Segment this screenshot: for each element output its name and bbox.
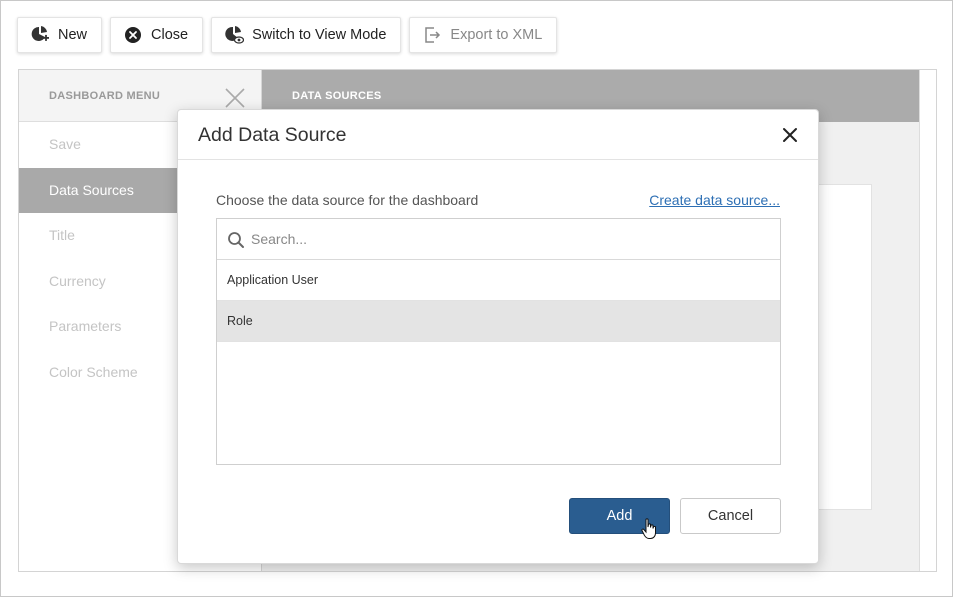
export-to-xml-button[interactable]: Export to XML — [409, 17, 558, 53]
dialog-title: Add Data Source — [198, 124, 347, 146]
close-button-label: Close — [151, 27, 189, 43]
new-dashboard-icon — [30, 25, 50, 45]
export-to-xml-label: Export to XML — [450, 27, 543, 43]
new-button-label: New — [58, 27, 88, 43]
close-menu-icon[interactable] — [225, 88, 245, 108]
list-item-application-user[interactable]: Application User — [217, 260, 780, 301]
close-button[interactable]: Close — [110, 17, 204, 53]
add-data-source-dialog: Add Data Source Choose the data source f… — [177, 109, 819, 564]
dashboard-menu-title: DASHBOARD MENU — [49, 90, 161, 102]
dialog-prompt: Choose the data source for the dashboard — [216, 192, 479, 208]
search-icon — [227, 231, 245, 249]
dialog-close-icon[interactable] — [781, 126, 799, 144]
toolbar: New Close Switch to View Mode Export to … — [17, 17, 558, 53]
search-row — [217, 219, 780, 260]
export-icon — [422, 25, 442, 45]
hand-cursor-icon — [641, 518, 657, 540]
dialog-header: Add Data Source — [178, 110, 818, 160]
close-circle-icon — [123, 25, 143, 45]
cancel-button[interactable]: Cancel — [680, 498, 781, 534]
data-source-list: Application User Role — [216, 218, 781, 465]
list-item-role[interactable]: Role — [217, 301, 780, 342]
switch-to-view-mode-button[interactable]: Switch to View Mode — [211, 17, 402, 53]
view-mode-icon — [224, 25, 245, 45]
create-data-source-link[interactable]: Create data source... — [649, 192, 780, 208]
new-button[interactable]: New — [17, 17, 103, 53]
search-input[interactable] — [251, 225, 771, 253]
switch-to-view-mode-label: Switch to View Mode — [252, 27, 387, 43]
data-sources-title: DATA SOURCES — [292, 90, 382, 102]
